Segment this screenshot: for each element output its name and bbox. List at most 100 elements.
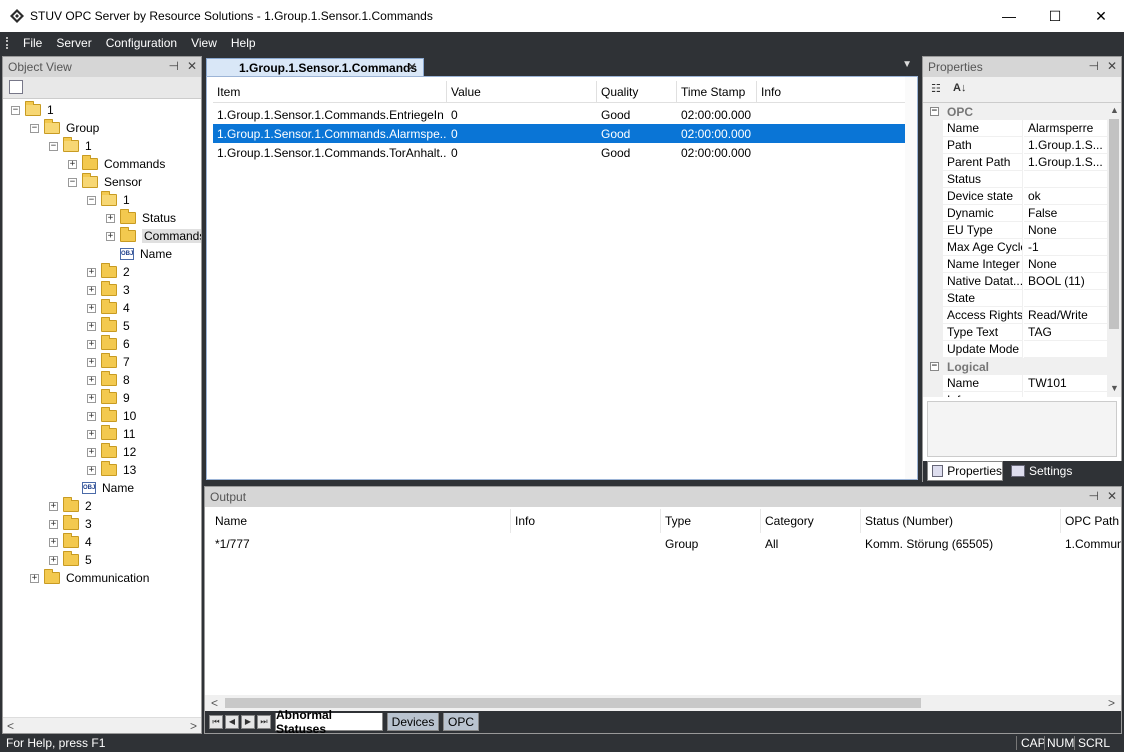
- expand-icon[interactable]: +: [30, 573, 39, 583]
- property-row[interactable]: EU Type None: [923, 222, 1107, 239]
- tree-node[interactable]: +9: [87, 389, 130, 407]
- close-button[interactable]: ✕: [1078, 0, 1124, 32]
- collapse-icon[interactable]: −: [930, 362, 939, 371]
- property-row[interactable]: Update Mode: [923, 341, 1107, 358]
- property-row[interactable]: Device state ok: [923, 188, 1107, 205]
- tree-node[interactable]: − Group: [30, 119, 99, 137]
- next-tab-icon[interactable]: ▶: [241, 715, 255, 729]
- expand-icon[interactable]: +: [106, 213, 115, 223]
- property-row[interactable]: Name TW101: [923, 375, 1107, 392]
- property-value[interactable]: TAG: [1024, 324, 1107, 341]
- tree-node[interactable]: − Sensor: [68, 173, 142, 191]
- tree-node[interactable]: +12: [87, 443, 136, 461]
- property-row[interactable]: Path 1.Group.1.S...: [923, 137, 1107, 154]
- property-value[interactable]: [1024, 392, 1107, 397]
- scroll-left-icon[interactable]: <: [211, 696, 218, 710]
- property-value[interactable]: False: [1024, 205, 1107, 222]
- maximize-button[interactable]: ☐: [1032, 0, 1078, 32]
- close-panel-icon[interactable]: ✕: [1107, 59, 1117, 73]
- tree-node[interactable]: +10: [87, 407, 136, 425]
- tab-dropdown-icon[interactable]: ▼: [902, 59, 912, 70]
- tree-node[interactable]: OBJ Name: [68, 479, 134, 497]
- expand-icon[interactable]: +: [49, 555, 58, 565]
- expand-icon[interactable]: +: [87, 339, 96, 349]
- property-row[interactable]: Info: [923, 392, 1107, 397]
- tree-node[interactable]: +2: [87, 263, 130, 281]
- property-value[interactable]: [1024, 341, 1107, 358]
- collapse-icon[interactable]: −: [11, 105, 20, 115]
- col-timestamp[interactable]: Time Stamp: [677, 81, 757, 103]
- prev-tab-icon[interactable]: ◀: [225, 715, 239, 729]
- property-row[interactable]: Max Age Cycle -1: [923, 239, 1107, 256]
- tab-devices[interactable]: Devices: [387, 713, 439, 731]
- expand-icon[interactable]: +: [49, 501, 58, 511]
- tree-node[interactable]: −1: [11, 101, 54, 119]
- expand-icon[interactable]: +: [49, 519, 58, 529]
- property-value[interactable]: Alarmsperre: [1024, 120, 1107, 137]
- property-value[interactable]: 1.Group.1.S...: [1024, 154, 1107, 171]
- collapse-icon[interactable]: −: [930, 107, 939, 116]
- property-row[interactable]: Name Alarmsperre: [923, 120, 1107, 137]
- property-row[interactable]: Native Datat... BOOL (11): [923, 273, 1107, 290]
- tree-node[interactable]: OBJ Name: [106, 245, 172, 263]
- tree-node[interactable]: +4: [49, 533, 92, 551]
- tree-node[interactable]: +5: [87, 317, 130, 335]
- property-value[interactable]: ok: [1024, 188, 1107, 205]
- pin-icon[interactable]: ⊣: [168, 59, 178, 73]
- tree-node[interactable]: +11: [87, 425, 135, 443]
- collapse-icon[interactable]: −: [87, 195, 96, 205]
- property-value[interactable]: -1: [1024, 239, 1107, 256]
- menu-view[interactable]: View: [184, 36, 224, 50]
- menu-help[interactable]: Help: [224, 36, 263, 50]
- scroll-thumb[interactable]: [1109, 119, 1119, 329]
- expand-icon[interactable]: +: [49, 537, 58, 547]
- tree-node[interactable]: +8: [87, 371, 130, 389]
- property-category[interactable]: − OPC: [923, 103, 1107, 120]
- col-quality[interactable]: Quality: [597, 81, 677, 103]
- property-row[interactable]: Name Integer None: [923, 256, 1107, 273]
- tree-node[interactable]: −1: [87, 191, 130, 209]
- col-type[interactable]: Type: [661, 509, 761, 533]
- expand-icon[interactable]: +: [87, 447, 96, 457]
- expand-icon[interactable]: +: [87, 267, 96, 277]
- categorized-icon[interactable]: ☷: [931, 82, 947, 98]
- property-value[interactable]: None: [1024, 256, 1107, 273]
- expand-icon[interactable]: +: [87, 357, 96, 367]
- expand-icon[interactable]: +: [87, 465, 96, 475]
- tree-horizontal-scrollbar[interactable]: < >: [3, 717, 201, 733]
- minimize-button[interactable]: —: [986, 0, 1032, 32]
- close-panel-icon[interactable]: ✕: [1107, 489, 1117, 503]
- pin-icon[interactable]: ⊣: [1088, 59, 1098, 73]
- expand-icon[interactable]: +: [68, 159, 77, 169]
- collapse-icon[interactable]: −: [68, 177, 77, 187]
- scroll-up-icon[interactable]: ▲: [1110, 105, 1119, 115]
- scroll-right-icon[interactable]: >: [190, 719, 197, 733]
- property-value[interactable]: BOOL (11): [1024, 273, 1107, 290]
- tree-node[interactable]: + Status: [106, 209, 176, 227]
- property-category[interactable]: − Logical: [923, 358, 1107, 375]
- tree-node[interactable]: +3: [87, 281, 130, 299]
- tab-properties[interactable]: Properties: [927, 461, 1003, 481]
- col-info[interactable]: Info: [511, 509, 661, 533]
- tree-node[interactable]: + Communication: [30, 569, 149, 587]
- expand-icon[interactable]: +: [106, 231, 115, 241]
- property-row[interactable]: Dynamic False: [923, 205, 1107, 222]
- tab-close-icon[interactable]: ✕: [407, 60, 417, 74]
- items-grid-scrollbar[interactable]: [905, 77, 917, 479]
- collapse-icon[interactable]: −: [49, 141, 58, 151]
- expand-icon[interactable]: +: [87, 393, 96, 403]
- tree-node[interactable]: +2: [49, 497, 92, 515]
- tree-node[interactable]: +13: [87, 461, 136, 479]
- tree-node[interactable]: −1: [49, 137, 92, 155]
- scroll-down-icon[interactable]: ▼: [1110, 383, 1119, 393]
- expand-icon[interactable]: +: [87, 321, 96, 331]
- property-row[interactable]: Type Text TAG: [923, 324, 1107, 341]
- item-row[interactable]: 1.Group.1.Sensor.1.Commands.EntriegeIn 0 G…: [213, 105, 905, 124]
- item-row[interactable]: 1.Group.1.Sensor.1.Commands.Alarmspe... 0…: [213, 124, 905, 143]
- property-grid-scrollbar[interactable]: ▲ ▼: [1107, 103, 1121, 397]
- collapse-icon[interactable]: −: [30, 123, 39, 133]
- expand-icon[interactable]: +: [87, 411, 96, 421]
- tab-opc[interactable]: OPC: [443, 713, 479, 731]
- property-value[interactable]: None: [1024, 222, 1107, 239]
- expand-icon[interactable]: +: [87, 303, 96, 313]
